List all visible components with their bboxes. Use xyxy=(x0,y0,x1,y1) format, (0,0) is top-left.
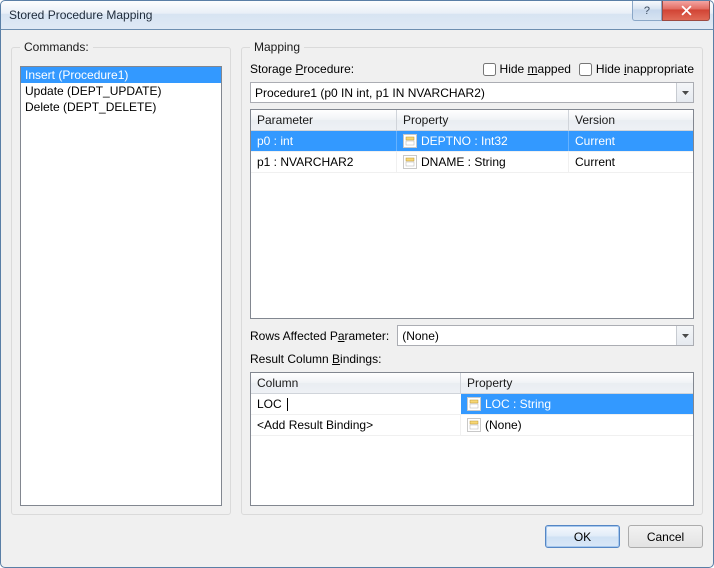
cell-version[interactable]: Current xyxy=(569,131,693,151)
hide-mapped-checkbox[interactable]: Hide mapped xyxy=(483,62,571,76)
window-controls: ? xyxy=(632,1,710,21)
cell-property[interactable]: (None) xyxy=(461,415,693,435)
table-row[interactable]: p0 : int DEPTNO : Int32 Current xyxy=(251,131,693,152)
svg-text:?: ? xyxy=(643,5,649,16)
list-item[interactable]: Update (DEPT_UPDATE) xyxy=(21,83,221,99)
help-icon: ? xyxy=(642,5,653,16)
combo-dropdown-button[interactable] xyxy=(676,326,693,345)
cell-property[interactable]: DNAME : String xyxy=(397,152,569,172)
commands-group: Commands: Insert (Procedure1) Update (DE… xyxy=(11,40,231,515)
list-item[interactable]: Delete (DEPT_DELETE) xyxy=(21,99,221,115)
list-item[interactable]: Insert (Procedure1) xyxy=(21,67,221,83)
parameters-grid[interactable]: Parameter Property Version p0 : int DEPT… xyxy=(250,109,694,319)
ok-button[interactable]: OK xyxy=(545,525,620,548)
result-grid-header: Column Property xyxy=(251,373,693,394)
cell-column-editing[interactable]: LOC xyxy=(251,394,461,414)
chevron-down-icon xyxy=(682,91,689,95)
storage-procedure-combo[interactable]: Procedure1 (p0 IN int, p1 IN NVARCHAR2) xyxy=(250,82,694,103)
combo-dropdown-button[interactable] xyxy=(676,83,693,102)
text-caret xyxy=(287,398,288,411)
table-row[interactable]: p1 : NVARCHAR2 DNAME : String Current xyxy=(251,152,693,173)
table-row[interactable]: LOC LOC : String xyxy=(251,394,693,415)
mapping-group: Mapping Storage Procedure: Hide mapped H… xyxy=(241,40,703,515)
cell-parameter: p0 : int xyxy=(251,131,397,151)
result-grid-body: LOC LOC : String <Add Result Binding> xyxy=(251,394,693,505)
rows-affected-combo[interactable]: (None) xyxy=(397,325,694,346)
mapping-legend: Mapping xyxy=(250,40,304,54)
col-parameter[interactable]: Parameter xyxy=(251,110,397,130)
commands-list[interactable]: Insert (Procedure1) Update (DEPT_UPDATE)… xyxy=(20,66,222,506)
rows-affected-label: Rows Affected Parameter: xyxy=(250,329,389,343)
titlebar: Stored Procedure Mapping ? xyxy=(0,0,714,30)
hide-inappropriate-input[interactable] xyxy=(579,63,592,76)
col-column[interactable]: Column xyxy=(251,373,461,393)
property-icon xyxy=(403,155,417,169)
col-version[interactable]: Version xyxy=(569,110,693,130)
table-row[interactable]: <Add Result Binding> (None) xyxy=(251,415,693,436)
cell-version[interactable]: Current xyxy=(569,152,693,172)
chevron-down-icon xyxy=(682,334,689,338)
storage-procedure-row: Storage Procedure: Hide mapped Hide inap… xyxy=(250,62,694,76)
parameters-grid-body: p0 : int DEPTNO : Int32 Current p1 : NVA… xyxy=(251,131,693,318)
hide-mapped-input[interactable] xyxy=(483,63,496,76)
cell-parameter: p1 : NVARCHAR2 xyxy=(251,152,397,172)
help-button[interactable]: ? xyxy=(632,1,662,21)
cell-property[interactable]: DEPTNO : Int32 xyxy=(397,131,569,151)
parameters-grid-header: Parameter Property Version xyxy=(251,110,693,131)
client-area: Commands: Insert (Procedure1) Update (DE… xyxy=(0,30,714,568)
close-button[interactable] xyxy=(662,1,710,21)
window-title: Stored Procedure Mapping xyxy=(9,8,152,22)
col-property[interactable]: Property xyxy=(461,373,693,393)
cancel-button[interactable]: Cancel xyxy=(628,525,703,548)
dialog-buttons: OK Cancel xyxy=(11,515,703,548)
property-icon xyxy=(467,418,481,432)
rows-affected-value: (None) xyxy=(398,326,676,345)
property-icon xyxy=(403,134,417,148)
col-property[interactable]: Property xyxy=(397,110,569,130)
cell-column[interactable]: <Add Result Binding> xyxy=(251,415,461,435)
close-icon xyxy=(681,5,692,16)
commands-legend: Commands: xyxy=(20,40,93,54)
storage-procedure-value: Procedure1 (p0 IN int, p1 IN NVARCHAR2) xyxy=(251,83,676,102)
hide-inappropriate-checkbox[interactable]: Hide inappropriate xyxy=(579,62,694,76)
property-icon xyxy=(467,397,481,411)
rows-affected-row: Rows Affected Parameter: (None) xyxy=(250,325,694,346)
result-bindings-grid[interactable]: Column Property LOC LOC : String xyxy=(250,372,694,506)
storage-procedure-label: Storage Procedure: xyxy=(250,62,354,76)
result-bindings-label: Result Column Bindings: xyxy=(250,352,694,366)
cell-property[interactable]: LOC : String xyxy=(461,394,693,414)
